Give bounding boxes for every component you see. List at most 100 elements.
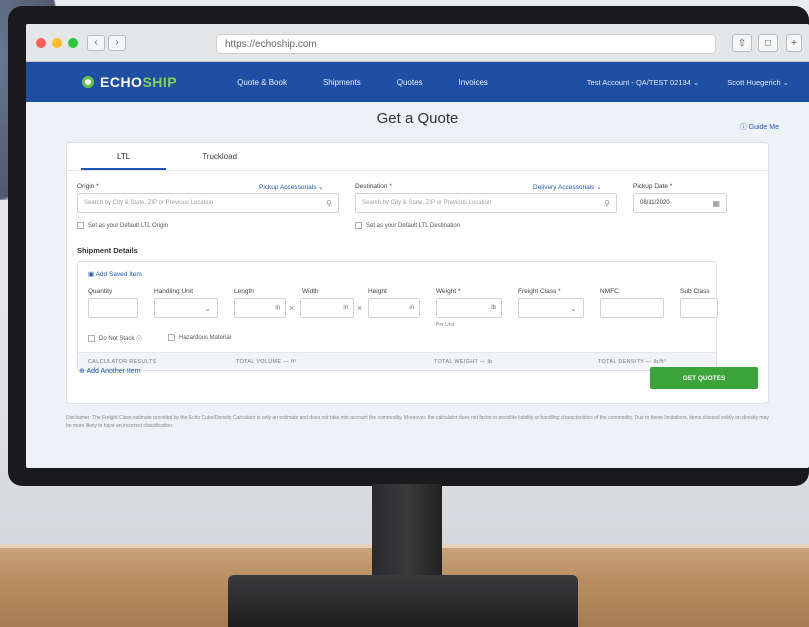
add-another-item-link[interactable]: ⊕ Add Another Item [79, 367, 141, 375]
freight-class-select[interactable]: ⌄ [518, 298, 584, 318]
height-label: Height [368, 288, 387, 295]
nav-quote-book[interactable]: Quote & Book [237, 78, 287, 87]
address-bar[interactable]: https://echoship.com [216, 34, 716, 54]
times-icon: × [289, 303, 295, 313]
logo-text-accent: SHIP [142, 74, 178, 90]
hazardous-material-label: Hazardous Material [179, 334, 232, 341]
main-content: Get a Quote ⓘ Guide Me LTL Truckload Ori… [26, 110, 809, 430]
do-not-stack-label: Do Not Stack [99, 335, 135, 342]
chevron-down-icon: ⌄ [570, 303, 577, 313]
tab-ltl[interactable]: LTL [81, 143, 167, 170]
handling-unit-label: Handling Unit [154, 288, 194, 295]
tab-truckload[interactable]: Truckload [166, 143, 273, 170]
account-selector[interactable]: Test Account - QA/TEST 02134 ⌄ [573, 78, 699, 87]
nmfc-label: NMFC [600, 288, 619, 295]
account-name: Test Account - QA/TEST 02134 [586, 77, 691, 87]
shipment-item: ▣ Add Saved Item Quantity Handling Unit … [77, 261, 718, 371]
width-input[interactable]: in [300, 298, 354, 318]
pickup-date-input[interactable]: 08/11/2020 ▦ [633, 193, 727, 213]
tabs-icon[interactable]: □ [758, 34, 778, 52]
quote-card: LTL Truckload Origin * Pickup Accessoria… [66, 142, 769, 404]
height-input[interactable]: in [368, 298, 420, 318]
width-unit: in [343, 305, 348, 311]
total-weight: TOTAL WEIGHT — lb [434, 359, 493, 365]
calendar-icon: ▦ [712, 198, 720, 208]
calculator-results-label: CALCULATOR RESULTS [88, 359, 157, 365]
share-icon[interactable]: ⇧ [732, 34, 752, 52]
pickup-date-value: 08/11/2020 [640, 200, 670, 206]
quote-tabs: LTL Truckload [67, 143, 768, 171]
length-input[interactable]: in [234, 298, 286, 318]
freight-class-label: Freight Class * [518, 288, 561, 295]
monitor-bezel: ‹ › https://echoship.com ⇧ □ + ECHO SHIP … [8, 6, 809, 486]
destination-label: Destination * [355, 183, 392, 190]
back-button[interactable]: ‹ [87, 34, 105, 51]
height-unit: in [409, 305, 414, 311]
quantity-label: Quantity [88, 288, 113, 295]
per-unit-label: Per Unit [436, 322, 455, 328]
calculator-results-bar: CALCULATOR RESULTS TOTAL VOLUME — ft³ TO… [78, 352, 716, 370]
sub-class-label: Sub Class [680, 288, 710, 295]
new-tab-icon[interactable]: + [786, 34, 802, 52]
sub-class-input[interactable] [680, 298, 718, 318]
default-destination-label: Set as your Default LTL Destination [366, 222, 461, 229]
length-unit: in [275, 305, 280, 311]
url-text: https://echoship.com [225, 38, 317, 50]
minimize-window-icon[interactable] [52, 37, 62, 48]
weight-unit: lb [491, 305, 496, 311]
total-volume: TOTAL VOLUME — ft³ [236, 359, 297, 365]
total-density: TOTAL DENSITY — lb/ft³ [598, 359, 667, 365]
search-icon: ⚲ [604, 198, 610, 208]
delivery-accessorials-link[interactable]: Delivery Accessorials ⌄ [533, 183, 602, 191]
add-saved-item-link[interactable]: ▣ Add Saved Item [88, 270, 142, 278]
destination-placeholder: Search by City & State, ZIP or Previous … [362, 200, 492, 206]
forward-button[interactable]: › [108, 34, 126, 51]
screen: ‹ › https://echoship.com ⇧ □ + ECHO SHIP … [26, 24, 809, 468]
origin-label: Origin * [77, 183, 99, 190]
page-title: Get a Quote [376, 110, 459, 127]
nmfc-input[interactable] [600, 298, 664, 318]
pickup-accessorials-link[interactable]: Pickup Accessorials ⌄ [259, 183, 324, 191]
times-icon: × [357, 303, 363, 313]
close-window-icon[interactable] [36, 37, 46, 48]
app-header: ECHO SHIP Quote & Book Shipments Quotes I… [26, 62, 809, 102]
do-not-stack-checkbox[interactable]: Do Not Stack ⓘ [88, 334, 142, 343]
logo-text: ECHO [100, 74, 143, 90]
pickup-accessorials-label: Pickup Accessorials [259, 184, 317, 191]
monitor-stand-neck [372, 484, 442, 579]
weight-input[interactable]: lb [436, 298, 502, 318]
echoship-logo[interactable]: ECHO SHIP [82, 74, 177, 90]
shipment-details-heading: Shipment Details [77, 246, 138, 255]
default-origin-label: Set as your Default LTL Origin [88, 222, 169, 229]
weight-label: Weight * [436, 288, 461, 295]
monitor-stand-base [228, 575, 578, 627]
user-menu[interactable]: Scott Huegerich ⌄ [713, 78, 789, 87]
origin-placeholder: Search by City & State, ZIP or Previous … [84, 200, 214, 206]
default-destination-checkbox[interactable]: Set as your Default LTL Destination [355, 222, 460, 229]
default-origin-checkbox[interactable]: Set as your Default LTL Origin [77, 222, 168, 229]
maximize-window-icon[interactable] [68, 37, 78, 48]
handling-unit-select[interactable]: ⌄ [154, 298, 218, 318]
nav-shipments[interactable]: Shipments [323, 78, 361, 87]
delivery-accessorials-label: Delivery Accessorials [533, 184, 595, 191]
origin-input[interactable]: Search by City & State, ZIP or Previous … [77, 193, 339, 213]
length-label: Length [234, 288, 254, 295]
hazardous-material-checkbox[interactable]: Hazardous Material [168, 334, 231, 341]
nav-quotes[interactable]: Quotes [397, 78, 423, 87]
nav-invoices[interactable]: Invoices [459, 78, 488, 87]
add-another-item-label: Add Another Item [86, 368, 141, 375]
disclaimer-text: Disclaimer: The Freight Class estimate p… [66, 415, 769, 429]
browser-chrome: ‹ › https://echoship.com ⇧ □ + [26, 24, 809, 62]
get-quotes-button[interactable]: GET QUOTES [650, 367, 758, 389]
account-menu: Test Account - QA/TEST 02134 ⌄ Scott Hue… [559, 78, 789, 87]
logo-mark-icon [82, 76, 94, 88]
quantity-input[interactable] [88, 298, 138, 318]
guide-me-label: Guide Me [748, 124, 779, 131]
guide-me-link[interactable]: ⓘ Guide Me [740, 122, 779, 132]
user-name: Scott Huegerich [727, 77, 781, 87]
pickup-date-label: Pickup Date * [633, 183, 673, 190]
destination-input[interactable]: Search by City & State, ZIP or Previous … [355, 193, 617, 213]
add-saved-item-label: Add Saved Item [95, 271, 142, 278]
top-nav: Quote & Book Shipments Quotes Invoices [237, 78, 524, 87]
width-label: Width [302, 288, 319, 295]
